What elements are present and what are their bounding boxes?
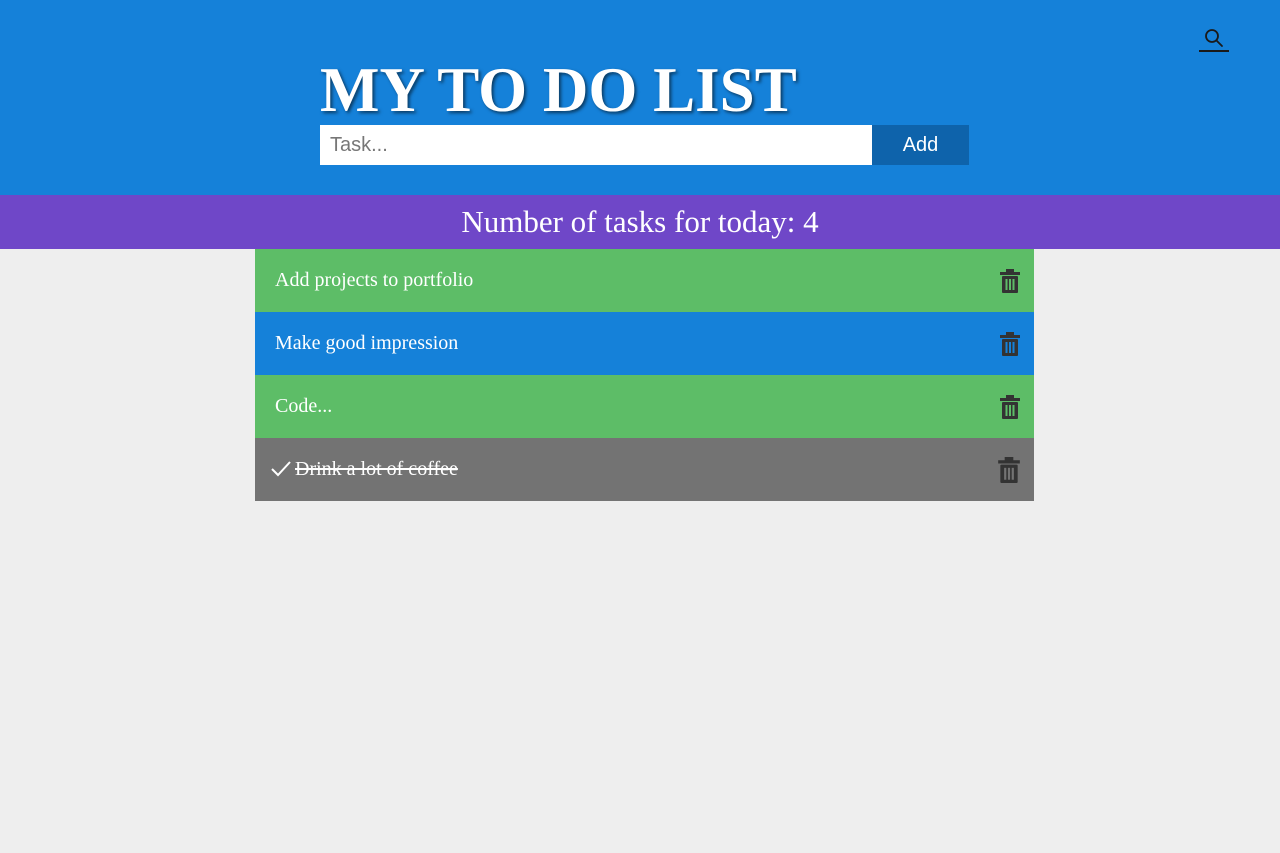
trash-icon[interactable] (1000, 269, 1020, 293)
check-icon (271, 461, 291, 477)
task-text: Drink a lot of coffee (295, 458, 458, 480)
task-text: Make good impression (275, 332, 459, 354)
task-item[interactable]: Add projects to portfolio (255, 249, 1034, 312)
task-text: Add projects to portfolio (275, 269, 474, 291)
search-button[interactable] (1199, 27, 1229, 52)
task-item[interactable]: Make good impression (255, 312, 1034, 375)
task-text: Code... (275, 395, 333, 417)
trash-icon[interactable] (1000, 332, 1020, 356)
trash-icon[interactable] (998, 457, 1020, 483)
task-list: Add projects to portfolio Make good impr… (255, 249, 1034, 501)
task-item-done[interactable]: Drink a lot of coffee (255, 438, 1034, 501)
header: MY TO DO LIST Add (0, 0, 1280, 195)
task-count-banner: Number of tasks for today: 4 (0, 195, 1280, 249)
search-icon (1205, 29, 1223, 47)
task-input[interactable] (320, 125, 872, 165)
add-button[interactable]: Add (872, 125, 969, 165)
trash-icon[interactable] (1000, 395, 1020, 419)
task-item[interactable]: Code... (255, 375, 1034, 438)
page-title: MY TO DO LIST (320, 55, 797, 125)
